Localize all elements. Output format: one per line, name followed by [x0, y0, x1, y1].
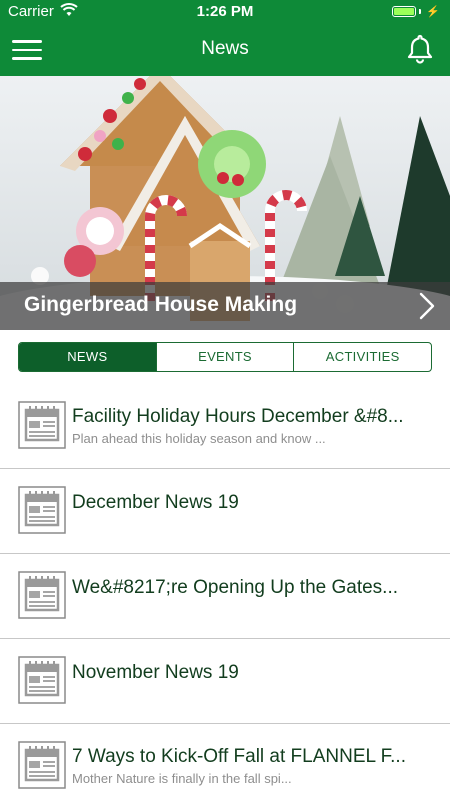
- status-time: 1:26 PM: [196, 3, 254, 20]
- news-subtitle: Plan ahead this holiday season and know …: [72, 431, 326, 446]
- news-title: November News 19: [72, 662, 239, 683]
- page-title: News: [201, 38, 249, 59]
- calendar-icon: [18, 656, 66, 704]
- bell-icon[interactable]: [406, 34, 434, 64]
- list-item[interactable]: November News 19: [0, 639, 450, 724]
- calendar-icon: [18, 741, 66, 789]
- calendar-icon: [18, 571, 66, 619]
- news-title: Facility Holiday Hours December &#8...: [72, 406, 404, 427]
- tab-events[interactable]: EVENTS: [157, 343, 295, 371]
- navigation-bar: News: [0, 24, 450, 76]
- news-title: December News 19: [72, 492, 239, 513]
- news-title: We&#8217;re Opening Up the Gates...: [72, 577, 399, 598]
- banner-title: Gingerbread House Making: [24, 293, 298, 316]
- list-item[interactable]: December News 19: [0, 469, 450, 554]
- list-item[interactable]: We&#8217;re Opening Up the Gates...: [0, 554, 450, 639]
- battery-icon: ⚡: [392, 5, 440, 18]
- category-tabs: NEWS EVENTS ACTIVITIES: [18, 342, 432, 372]
- list-item[interactable]: Facility Holiday Hours December &#8... P…: [0, 384, 450, 469]
- calendar-icon: [18, 401, 66, 449]
- list-item[interactable]: 7 Ways to Kick-Off Fall at FLANNEL F... …: [0, 724, 450, 809]
- calendar-icon: [18, 486, 66, 534]
- chevron-right-icon[interactable]: [418, 292, 436, 320]
- news-subtitle: Mother Nature is finally in the fall spi…: [72, 771, 292, 786]
- news-title: 7 Ways to Kick-Off Fall at FLANNEL F...: [72, 746, 406, 767]
- tab-news[interactable]: NEWS: [19, 343, 157, 371]
- status-bar: Carrier 1:26 PM ⚡: [0, 0, 450, 24]
- charging-icon: ⚡: [426, 6, 440, 18]
- tab-activities[interactable]: ACTIVITIES: [294, 343, 431, 371]
- featured-banner[interactable]: Gingerbread House Making: [0, 76, 450, 330]
- battery-level: [394, 8, 415, 15]
- banner-caption[interactable]: Gingerbread House Making: [0, 282, 450, 330]
- news-list: Facility Holiday Hours December &#8... P…: [0, 384, 450, 809]
